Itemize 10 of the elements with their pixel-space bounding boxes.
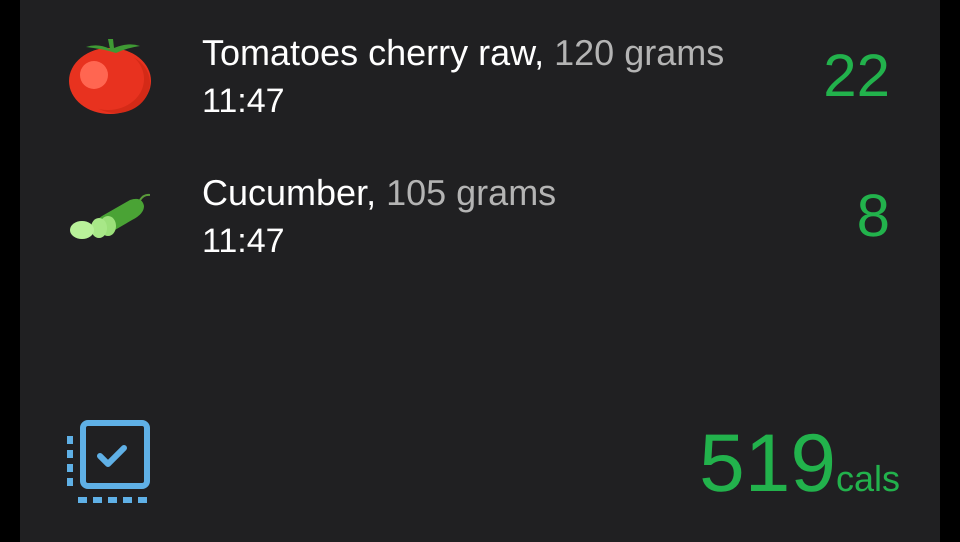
entry-time: 11:47 [202, 81, 286, 122]
calorie-count: 22 [823, 46, 890, 106]
cucumber-icon [68, 192, 150, 240]
tomato-icon [68, 37, 152, 115]
food-name: Cucumber, 105 grams [202, 171, 558, 215]
calorie-unit: cals [836, 457, 900, 501]
food-name: Tomatoes cherry raw, 120 grams [202, 31, 726, 75]
entry-time: 11:47 [202, 221, 286, 262]
total-calories: 519 [699, 423, 836, 505]
calorie-count: 8 [856, 186, 890, 246]
